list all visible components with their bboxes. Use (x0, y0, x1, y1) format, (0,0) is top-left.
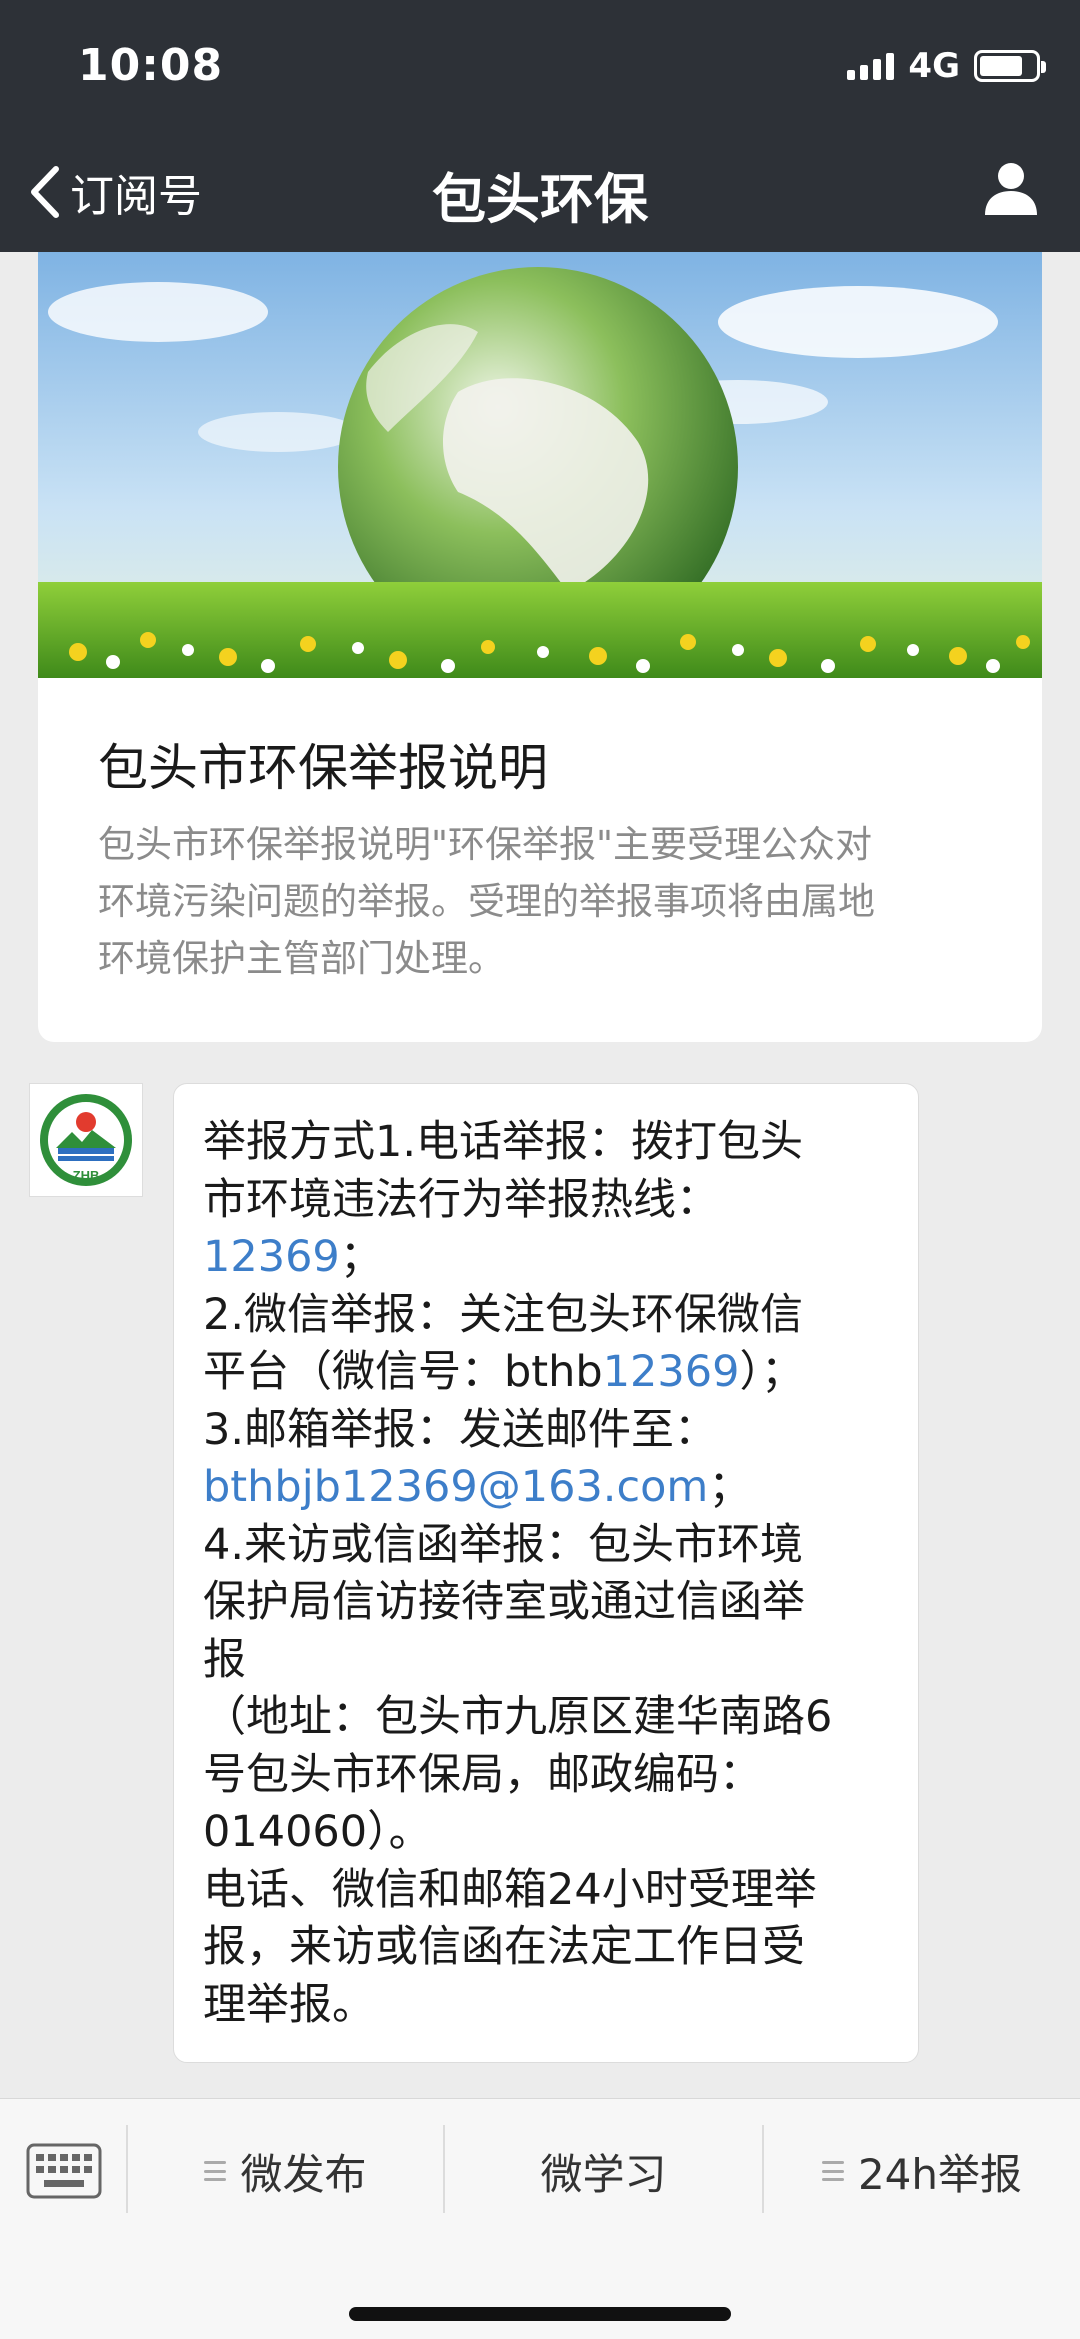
message-line: 号包头市环保局，邮政编码： (203, 1749, 762, 1800)
message-line: 014060）。 (203, 1807, 432, 1857)
message-line: 电话、微信和邮箱24小时受理举 (203, 1864, 817, 1915)
status-indicators: 4G (847, 46, 1046, 86)
article-cover-image (38, 252, 1042, 678)
message-line: 市环境违法行为举报热线： (203, 1174, 719, 1225)
article-description-line: 环境污染问题的举报。受理的举报事项将由属地 (98, 880, 875, 923)
article-description: 包头市环保举报说明"环保举报"主要受理公众对 环境污染问题的举报。受理的举报事项… (98, 816, 998, 987)
message-line: 保护局信访接待室或通过信函举 (203, 1577, 805, 1627)
signal-icon (847, 52, 895, 80)
user-profile-icon[interactable] (982, 160, 1040, 218)
menu-item-label: 微发布 (240, 2149, 367, 2199)
top-header: 10:08 4G 订阅号 包头环保 (0, 0, 1080, 252)
email-link[interactable]: bthbjb12369@163.com (203, 1462, 708, 1512)
menu-list-icon (821, 2161, 844, 2181)
hotline-link[interactable]: 12369 (203, 1232, 340, 1282)
menu-item-label: 24h举报 (857, 2149, 1023, 2199)
network-label: 4G (908, 46, 960, 86)
message-line: 平台（微信号：bthb12369）； (203, 1347, 804, 1397)
home-indicator[interactable] (349, 2307, 731, 2321)
message-bubble: 举报方式1.电话举报：拨打包头 市环境违法行为举报热线： 12369； 2.微信… (173, 1083, 919, 2063)
keyboard-icon[interactable] (26, 2143, 102, 2199)
message-line: 4.来访或信函举报：包头市环境 (203, 1519, 804, 1570)
menu-list-icon (204, 2161, 227, 2181)
article-description-line: 包头市环保举报说明"环保举报"主要受理公众对 (98, 823, 873, 866)
svg-text:ZHB: ZHB (73, 1168, 100, 1183)
zhb-logo-icon: ZHB (40, 1094, 132, 1186)
wechat-id-link[interactable]: 12369 (603, 1347, 740, 1397)
bottom-menu-bar: 微发布 微学习 24h举报 (0, 2098, 1080, 2339)
message-line: 12369； (203, 1232, 383, 1282)
menu-item-weifabu[interactable]: 微发布 (128, 2141, 443, 2201)
message-line: 报，来访或信函在法定工作日受 (203, 1922, 805, 1972)
message-line: 报 (203, 1634, 246, 1685)
message-line: 2.微信举报：关注包头环保微信 (203, 1289, 804, 1340)
article-title: 包头市环保举报说明 (98, 739, 548, 797)
article-description-line: 环境保护主管部门处理。 (98, 937, 505, 980)
message-line: 举报方式1.电话举报：拨打包头 (203, 1117, 804, 1167)
account-avatar[interactable]: ZHB (29, 1083, 143, 1197)
message-line: 3.邮箱举报：发送邮件至： (203, 1404, 718, 1455)
message-line: 理举报。 (203, 1979, 375, 2030)
menu-item-label: 微学习 (540, 2149, 667, 2199)
battery-icon (974, 50, 1046, 82)
article-card[interactable]: 包头市环保举报说明 包头市环保举报说明"环保举报"主要受理公众对 环境污染问题的… (38, 252, 1042, 1042)
status-time: 10:08 (78, 40, 224, 91)
message-line: bthbjb12369@163.com； (203, 1462, 752, 1512)
message-line: （地址：包头市九原区建华南路6 (203, 1692, 833, 1742)
menu-item-24h-report[interactable]: 24h举报 (764, 2141, 1080, 2201)
page-title: 包头环保 (432, 168, 648, 231)
menu-item-weixuexi[interactable]: 微学习 (445, 2141, 762, 2201)
